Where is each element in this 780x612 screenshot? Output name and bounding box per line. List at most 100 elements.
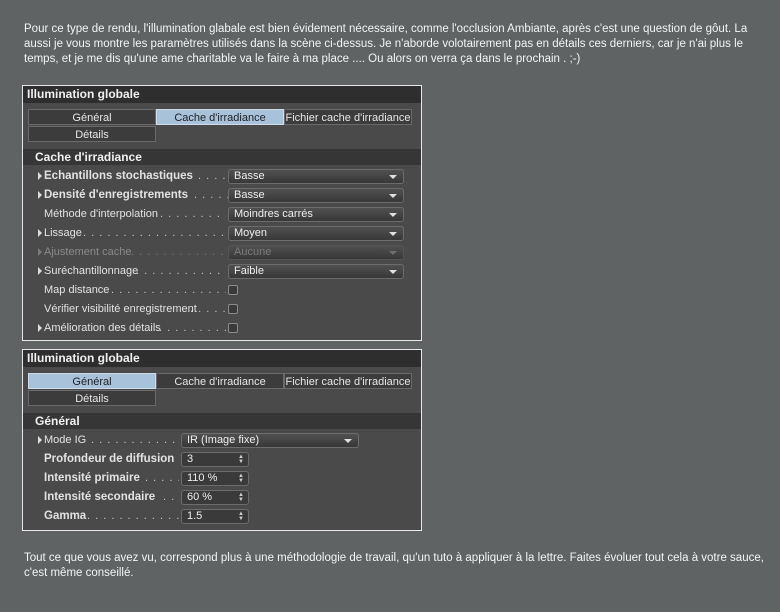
row-stochastic-samples: Echantillons stochastiques . . . . Basse [23,167,421,186]
row-label: Suréchantillonnage [44,265,139,277]
dropdown-value: Moyen [234,227,268,239]
tab-irradiance-cache-file[interactable]: Fichier cache d'irradiance [284,373,412,389]
row-dots: . . . . . . . . . . . . . . . [87,510,179,522]
row-dots: . . . . [198,170,227,182]
interpolation-method-dropdown[interactable]: Moindres carrés [228,207,404,222]
row-gamma: Gamma . . . . . . . . . . . . . . . 1.5 … [23,507,421,526]
expand-arrow-icon[interactable] [38,324,42,332]
row-diffuse-depth: Profondeur de diffusion 3 ▲ ▼ [23,450,421,469]
row-detail-enhancement: Amélioration des détails . . . . . . . .… [23,319,421,338]
stochastic-samples-dropdown[interactable]: Basse [228,169,404,184]
tab-details[interactable]: Détails [28,390,156,406]
row-record-density: Densité d'enregistrements . . . . . Bass… [23,186,421,205]
expand-arrow-icon [38,248,42,256]
row-label: Mode IG [44,434,87,446]
row-gi-mode: Mode IG . . . . . . . . . . . . . . . . … [23,431,421,450]
tab-bar: Général Cache d'irradiance Fichier cache… [23,373,421,407]
check-visibility-checkbox[interactable] [228,304,238,314]
chevron-down-icon [344,439,352,443]
chevron-down-icon [389,213,397,217]
row-map-distance: Map distance . . . . . . . . . . . . . .… [23,281,421,300]
row-label: Amélioration des détails [44,322,161,334]
intro-paragraph: Pour ce type de rendu, l'illumination gl… [24,23,748,65]
general-gi-panel: Illumination globale Général Cache d'irr… [22,349,422,531]
outro-paragraph: Tout ce que vous avez vu, correspond plu… [24,552,764,579]
row-label: Intensité secondaire [44,491,156,503]
row-dots: . . . . . . . . . . . . . . [136,265,226,277]
row-dots: . . . . . [194,189,228,201]
chevron-down-icon [389,194,397,198]
expand-arrow-icon[interactable] [38,436,42,444]
tab-irradiance-cache-file[interactable]: Fichier cache d'irradiance [284,109,412,125]
smoothing-dropdown[interactable]: Moyen [228,226,404,241]
row-dots: . . . . . . . . . . . . . . . . . . . . … [83,227,226,239]
row-label: Vérifier visibilité enregistrement [44,303,197,315]
input-value: 3 [187,453,194,465]
input-value: 110 % [187,472,218,484]
diffuse-depth-input[interactable]: 3 ▲ ▼ [181,452,249,467]
cache-adjustment-dropdown: Aucune [228,245,404,260]
row-label: Lissage [44,227,82,239]
row-cache-adjustment: Ajustement cache . . . . . . . . . . . .… [23,243,421,262]
row-check-visibility: Vérifier visibilité enregistrement . . .… [23,300,421,319]
chevron-down-icon [389,232,397,236]
spinner-arrows-icon[interactable]: ▲ ▼ [238,492,244,503]
row-smoothing: Lissage . . . . . . . . . . . . . . . . … [23,224,421,243]
row-dots: . . . . . . . . . . . . . . . . [91,434,179,446]
spinner-arrows-icon[interactable]: ▲ ▼ [238,454,244,465]
tab-irradiance-cache[interactable]: Cache d'irradiance [156,109,284,125]
row-label: Profondeur de diffusion [44,453,175,465]
spinner-arrows-icon[interactable]: ▲ ▼ [238,511,244,522]
chevron-down-icon [389,270,397,274]
chevron-down-icon [389,175,397,179]
detail-enhancement-checkbox[interactable] [228,323,238,333]
expand-arrow-icon[interactable] [38,172,42,180]
expand-arrow-icon[interactable] [38,267,42,275]
row-dots: . . . . . . [190,303,226,315]
row-dots: . . . . . . . . . . . [160,208,226,220]
row-label: Méthode d'interpolation [44,208,159,220]
row-label: Echantillons stochastiques [44,170,193,182]
dropdown-value: Moindres carrés [234,208,313,220]
row-label: Intensité primaire [44,472,140,484]
expand-arrow-icon[interactable] [38,229,42,237]
input-value: 1.5 [187,510,203,522]
row-dots: . . . . . . . . . . . [159,322,226,334]
map-distance-checkbox[interactable] [228,285,238,295]
dropdown-value: Basse [234,189,265,201]
dropdown-value: Faible [234,265,264,277]
row-dots: . . . . . . . . . . . . . . . . . . [111,284,226,296]
primary-intensity-input[interactable]: 110 % ▲ ▼ [181,471,249,486]
dropdown-value: Basse [234,170,265,182]
row-dots: . . . . . . . . . . . . . . . [131,246,226,258]
section-header: Général [23,413,421,429]
input-value: 60 % [187,491,213,503]
row-dots: . . . . . [145,472,179,484]
row-primary-intensity: Intensité primaire . . . . . 110 % ▲ ▼ [23,469,421,488]
tab-bar: Général Cache d'irradiance Fichier cache… [23,109,421,143]
chevron-down-icon [389,251,397,255]
dropdown-value: Aucune [234,246,272,258]
row-secondary-intensity: Intensité secondaire . . 60 % ▲ ▼ [23,488,421,507]
gi-mode-dropdown[interactable]: IR (Image fixe) [181,433,359,448]
record-density-dropdown[interactable]: Basse [228,188,404,203]
expand-arrow-icon[interactable] [38,191,42,199]
gamma-input[interactable]: 1.5 ▲ ▼ [181,509,249,524]
dropdown-value: IR (Image fixe) [187,434,260,446]
row-supersampling: Suréchantillonnage . . . . . . . . . . .… [23,262,421,281]
supersampling-dropdown[interactable]: Faible [228,264,404,279]
irradiance-cache-panel: Illumination globale Général Cache d'irr… [22,85,422,341]
secondary-intensity-input[interactable]: 60 % ▲ ▼ [181,490,249,505]
panel-title: Illumination globale [23,350,421,367]
row-label: Map distance [44,284,110,296]
tab-details[interactable]: Détails [28,126,156,142]
tab-general[interactable]: Général [28,109,156,125]
row-label: Ajustement cache [44,246,132,258]
row-label: Gamma [44,510,87,522]
panel-title: Illumination globale [23,86,421,103]
tab-irradiance-cache[interactable]: Cache d'irradiance [156,373,284,389]
tab-general[interactable]: Général [28,373,156,389]
row-label: Densité d'enregistrements [44,189,188,201]
spinner-arrows-icon[interactable]: ▲ ▼ [238,473,244,484]
row-dots: . . [163,491,176,503]
